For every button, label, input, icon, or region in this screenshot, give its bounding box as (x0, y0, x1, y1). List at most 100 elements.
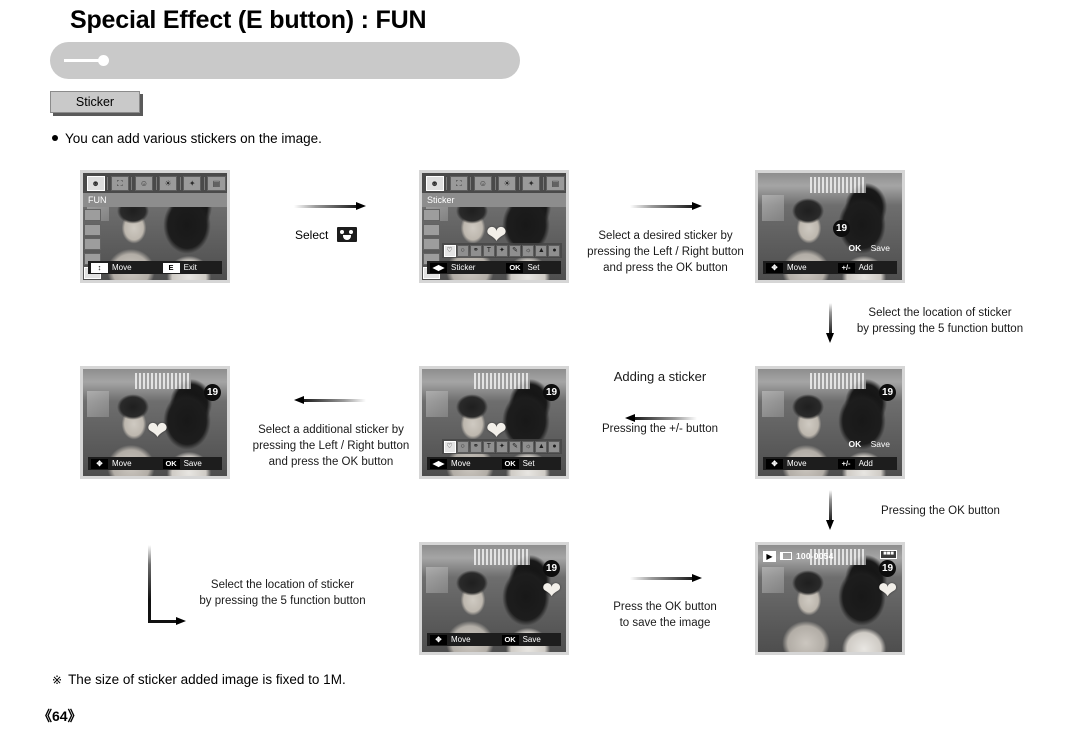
instruction-step-6: Select the location of sticker by pressi… (199, 579, 366, 607)
menu-title-fun: FUN (83, 193, 227, 207)
playback-info-bar: ▶ 100-0054 ■■■ (763, 550, 897, 562)
mask-icon[interactable]: ☺ (473, 175, 493, 191)
composite-icon[interactable] (423, 238, 440, 250)
menu-divider (494, 176, 496, 190)
lcd-screen-fun-menu: ☻ ⛶ ☺ ☀ ✦ ▤ FUN ↕ Move E Exit (80, 170, 230, 283)
play-mode-icon: ▶ (763, 550, 776, 562)
image-count-badge: 19 (879, 560, 896, 577)
arrow-down-2 (826, 490, 835, 530)
photo-frame-icon[interactable]: ⛶ (110, 175, 129, 191)
hat-sticker[interactable]: ▲ (535, 244, 548, 257)
image-count-badge: 19 (833, 220, 850, 237)
image-count-badge: 19 (543, 560, 560, 577)
arrow-head (356, 202, 366, 210)
status-bar: ◀▶ Move OK Set (427, 457, 561, 470)
preset-focus-icon[interactable] (423, 209, 440, 221)
footnote-text: The size of sticker added image is fixed… (68, 672, 346, 687)
mask-icon[interactable]: ☺ (134, 175, 154, 191)
image-count-badge: 19 (879, 384, 896, 401)
arrow-right-3 (630, 574, 702, 583)
set-label: Set (527, 263, 540, 272)
page-title: Special Effect (E button) : FUN (70, 6, 427, 34)
ok-save-hint: OK Save (849, 243, 891, 253)
move-label: Move (112, 263, 132, 272)
heart-sticker-overlay: ❤ (878, 577, 898, 603)
memory-card-icon (780, 552, 792, 560)
heart-sticker[interactable]: ♡ (443, 440, 456, 453)
plus-minus-key-icon: +/- (837, 458, 855, 469)
text-sticker[interactable]: T (482, 244, 495, 257)
section-tab-label: Sticker (75, 95, 115, 109)
sticker-thumbnail-strip[interactable]: ♡ ○ ⚭ T ✦ ✎ ☼ ▲ ● (442, 243, 562, 258)
palette-icon[interactable]: ☀ (158, 175, 178, 191)
text-sticker[interactable]: T (482, 440, 495, 453)
arrow-shaft (303, 399, 366, 402)
menu-divider (518, 176, 520, 190)
menu-divider (446, 176, 448, 190)
composite-icon[interactable] (84, 238, 101, 250)
highlight-icon[interactable] (423, 223, 440, 236)
highlight-icon[interactable] (84, 223, 101, 236)
five-function-key-icon: ✥ (766, 262, 783, 273)
e-key-icon: E (162, 262, 180, 273)
move-label: Move (112, 459, 132, 468)
ok-key-icon: OK (501, 634, 519, 645)
instruction-step-7: Press the OK button to save the image (613, 601, 717, 629)
clock-sticker[interactable]: ○ (456, 244, 469, 257)
pencil-sticker[interactable]: ✎ (509, 244, 522, 257)
add-label: Add (858, 459, 873, 468)
arrow-head (692, 202, 702, 210)
magic-wand-icon[interactable]: ✦ (522, 175, 541, 191)
heart-sticker-overlay: ❤ (147, 417, 168, 445)
hat-sticker[interactable]: ▲ (535, 440, 548, 453)
save-label: Save (183, 459, 202, 468)
arrow-shaft-horizontal (148, 620, 178, 623)
sticker-thumbnail-strip[interactable]: ♡ ○ ⚭ T ✦ ✎ ☼ ▲ ● (442, 439, 562, 454)
glasses-sticker[interactable]: ⚭ (469, 244, 482, 257)
move-label: Move (451, 459, 471, 468)
ok-key-icon: OK (501, 458, 519, 469)
move-key-icon: ↕ (91, 262, 108, 273)
arrow-left-1 (294, 396, 366, 405)
heart-sticker[interactable]: ♡ (443, 244, 456, 257)
arrow-shaft-vertical (148, 545, 151, 623)
page-header-banner (50, 42, 520, 79)
smiley-face-icon[interactable]: ☻ (86, 175, 105, 191)
photo-frame-icon[interactable]: ⛶ (449, 175, 468, 191)
ok-hint-key: OK (848, 243, 862, 253)
arrow-head (826, 520, 834, 530)
lcd-screen-sticker-select: ❤ ☻ ⛶ ☺ ☀ ✦ ▤ Sticker ♡ ○ ⚭ T ✦ ✎ ☼ ▲ ● … (419, 170, 569, 283)
drop-sticker[interactable]: ● (548, 244, 561, 257)
camera-menu-bar[interactable]: ☻ ⛶ ☺ ☀ ✦ ▤ (83, 173, 227, 193)
preset-focus-icon[interactable] (84, 209, 101, 221)
move-label: Move (787, 459, 807, 468)
arrow-right-1 (294, 202, 366, 211)
select-label: Select (295, 227, 329, 242)
status-bar: ↕ Move E Exit (88, 261, 222, 274)
ok-key-icon: OK (506, 262, 524, 273)
drop-sticker[interactable]: ● (548, 440, 561, 453)
magic-wand-icon[interactable]: ✦ (183, 175, 202, 191)
sun-sticker[interactable]: ☼ (522, 244, 535, 257)
instruction-step-3: Select a additional sticker by pressing … (252, 424, 410, 468)
ok-key-icon: OK (162, 458, 180, 469)
menu-divider (179, 176, 181, 190)
instruction-step-5: Pressing the OK button (881, 505, 1000, 517)
star-sticker[interactable]: ✦ (495, 440, 509, 453)
clock-sticker[interactable]: ○ (456, 440, 469, 453)
composite-image-icon[interactable]: ▤ (207, 175, 226, 191)
sun-sticker[interactable]: ☼ (522, 440, 535, 453)
camera-menu-bar[interactable]: ☻ ⛶ ☺ ☀ ✦ ▤ (422, 173, 566, 193)
pencil-sticker[interactable]: ✎ (509, 440, 522, 453)
composite-image-icon[interactable]: ▤ (546, 175, 565, 191)
arrow-head (692, 574, 702, 582)
header-dash-icon (64, 59, 102, 62)
glasses-sticker[interactable]: ⚭ (469, 440, 482, 453)
instruction-step-1: Select a desired sticker by pressing the… (587, 230, 744, 274)
smiley-face-icon[interactable]: ☻ (425, 175, 444, 191)
intro-bullet-text: You can add various stickers on the imag… (65, 131, 322, 146)
image-count-badge: 19 (543, 384, 560, 401)
star-sticker[interactable]: ✦ (495, 244, 509, 257)
lcd-screen-second-sticker-placed: ❤ 19 ✥ Move OK Save (80, 366, 230, 479)
palette-icon[interactable]: ☀ (497, 175, 517, 191)
